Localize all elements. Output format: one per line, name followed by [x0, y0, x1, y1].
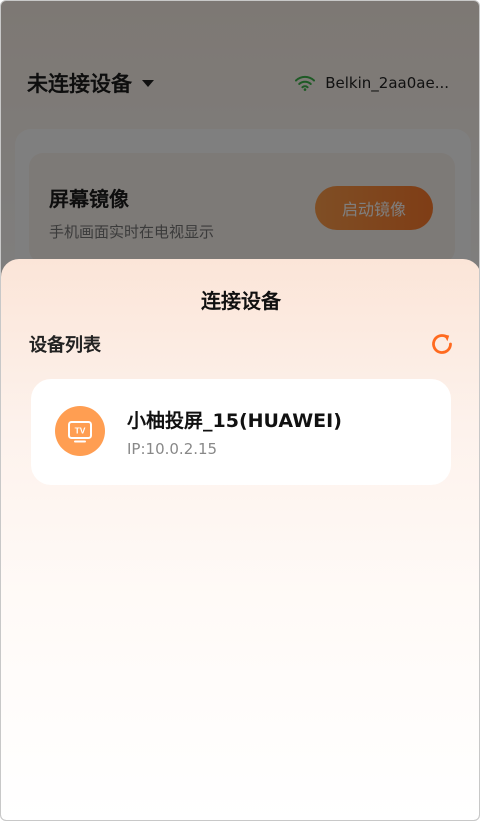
device-ip: IP:10.0.2.15 — [127, 440, 218, 458]
connect-device-sheet: 连接设备 设备列表 TV 小柚投屏_15(HUAWEI) IP:10.0.2.1… — [1, 259, 479, 820]
device-list-item[interactable]: TV 小柚投屏_15(HUAWEI) IP:10.0.2.15 — [31, 379, 451, 485]
tv-icon: TV — [68, 421, 92, 443]
device-name: 小柚投屏_15(HUAWEI) — [127, 410, 342, 432]
device-list-label: 设备列表 — [29, 335, 101, 356]
app-frame: 未连接设备 Belkin_2aa0ae... 屏幕镜像 手机画面实时在电视显示 … — [0, 0, 480, 821]
refresh-icon[interactable] — [429, 331, 455, 357]
sheet-title: 连接设备 — [201, 289, 281, 313]
tv-badge: TV — [55, 406, 105, 456]
tv-icon-text: TV — [75, 426, 86, 436]
